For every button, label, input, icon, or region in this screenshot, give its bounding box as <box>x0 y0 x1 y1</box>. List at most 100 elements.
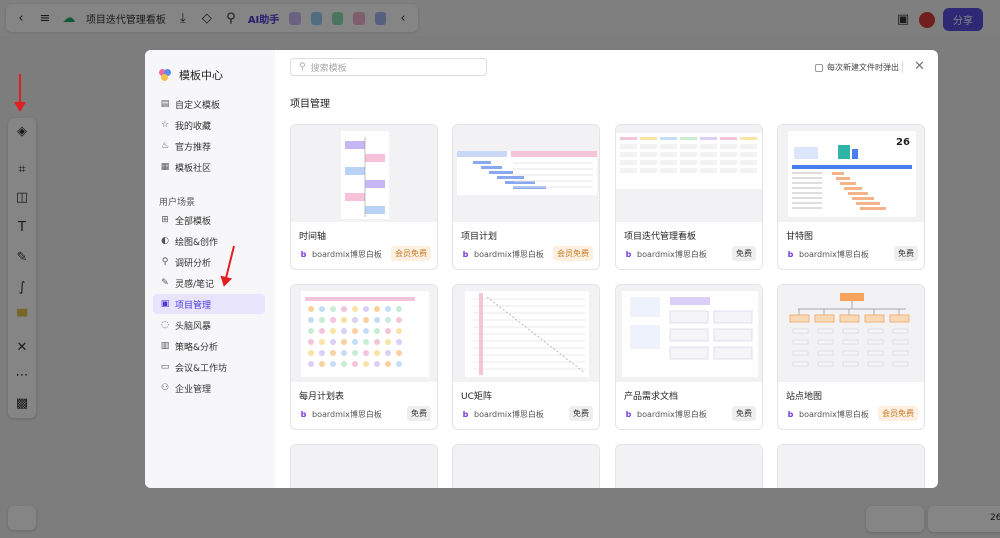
sidebar-item[interactable]: ▤ 自定义模板 <box>153 94 265 114</box>
bulb-icon: ◌ <box>161 320 169 330</box>
boardmix-logo-icon: b <box>624 410 633 419</box>
sidebar-item[interactable]: ▭ 会议&工作坊 <box>153 357 265 377</box>
template-thumbnail[interactable] <box>778 445 924 488</box>
sidebar-item-label: 企业管理 <box>175 384 212 395</box>
svg-text:26: 26 <box>896 137 910 148</box>
template-card[interactable]: 产品需求文档 b boardmix博思白板 免费 <box>615 284 763 430</box>
boardmix-logo-icon: b <box>786 250 795 259</box>
search-input[interactable]: ⚲ 搜索模板 <box>290 58 487 76</box>
template-center-modal: 模板中心 ▤ 自定义模板 ☆ 我的收藏 ♨ 官方推荐 ▦ 模板社区 用户场景 ⊞ 全部模板 ◐ 绘图… <box>145 50 938 488</box>
sidebar-item-label: 模板社区 <box>175 163 212 174</box>
price-badge: 会员免费 <box>553 246 593 261</box>
price-badge: 免费 <box>732 246 756 261</box>
template-author: b boardmix博思白板 <box>461 409 544 420</box>
template-card[interactable] <box>452 444 600 488</box>
sidebar-item[interactable]: ▦ 模板社区 <box>153 157 265 177</box>
sidebar-item-label: 官方推荐 <box>175 142 212 153</box>
price-badge: 会员免费 <box>878 406 918 421</box>
template-author: b boardmix博思白板 <box>786 249 869 260</box>
template-name: 项目迭代管理看板 <box>624 232 697 242</box>
sidebar-item[interactable]: ⚲ 调研分析 <box>153 252 265 272</box>
author-label: boardmix博思白板 <box>799 410 869 419</box>
author-label: boardmix博思白板 <box>474 410 544 419</box>
template-card[interactable] <box>290 444 438 488</box>
sidebar-item-label: 我的收藏 <box>175 121 212 132</box>
sidebar-item-label: 头脑风暴 <box>175 321 212 332</box>
template-thumbnail[interactable] <box>453 445 599 488</box>
boardmix-logo-icon: b <box>299 410 308 419</box>
checkbox-box[interactable] <box>815 63 823 72</box>
boardmix-logo-icon: b <box>461 250 470 259</box>
meeting-icon: ▭ <box>160 362 170 372</box>
template-card[interactable] <box>777 444 925 488</box>
community-icon: ▦ <box>160 162 170 172</box>
template-thumbnail[interactable] <box>291 285 437 382</box>
boardmix-logo-icon: b <box>786 410 795 419</box>
strategy-icon: ▥ <box>160 341 170 351</box>
sidebar-item-label: 灵感/笔记 <box>175 279 215 290</box>
template-name: 项目计划 <box>461 232 498 242</box>
template-thumbnail[interactable] <box>291 125 437 222</box>
author-label: boardmix博思白板 <box>312 250 382 259</box>
modal-title: 模板中心 <box>159 67 223 83</box>
price-badge: 会员免费 <box>391 246 431 261</box>
template-thumbnail[interactable] <box>778 285 924 382</box>
template-card[interactable]: 时间轴 b boardmix博思白板 会员免费 <box>290 124 438 270</box>
template-card[interactable]: UC矩阵 b boardmix博思白板 免费 <box>452 284 600 430</box>
author-label: boardmix博思白板 <box>312 410 382 419</box>
template-center-logo-icon <box>159 69 173 81</box>
template-card[interactable]: 项目迭代管理看板 b boardmix博思白板 免费 <box>615 124 763 270</box>
author-label: boardmix博思白板 <box>799 250 869 259</box>
template-author: b boardmix博思白板 <box>299 409 382 420</box>
category-heading: 项目管理 <box>290 99 330 110</box>
sidebar-item[interactable]: ☆ 我的收藏 <box>153 115 265 135</box>
template-thumbnail[interactable]: 26 <box>778 125 924 222</box>
sidebar-item[interactable]: ◌ 头脑风暴 <box>153 315 265 335</box>
sidebar-item[interactable]: ⊞ 全部模板 <box>153 210 265 230</box>
sidebar-item[interactable]: ⚇ 企业管理 <box>153 378 265 398</box>
close-icon[interactable]: ✕ <box>914 59 925 74</box>
template-card[interactable]: 项目计划 b boardmix博思白板 会员免费 <box>452 124 600 270</box>
sidebar-item-label: 调研分析 <box>175 258 212 269</box>
author-label: boardmix博思白板 <box>637 250 707 259</box>
sidebar-item[interactable]: ▥ 策略&分析 <box>153 336 265 356</box>
template-thumbnail[interactable] <box>616 445 762 488</box>
template-thumbnail[interactable] <box>453 285 599 382</box>
template-thumbnail[interactable] <box>291 445 437 488</box>
price-badge: 免费 <box>407 406 431 421</box>
section-heading: 用户场景 <box>159 198 196 208</box>
sidebar-item[interactable]: ▣ 项目管理 <box>153 294 265 314</box>
template-card[interactable]: 26 甘特图 b boardmix博思白板 免费 <box>777 124 925 270</box>
popup-on-new-file-checkbox[interactable]: 每次新建文件时弹出 <box>815 62 899 73</box>
project-icon: ▣ <box>160 299 170 309</box>
price-badge: 免费 <box>894 246 918 261</box>
boardmix-logo-icon: b <box>624 250 633 259</box>
template-name: 甘特图 <box>786 232 814 242</box>
template-name: UC矩阵 <box>461 392 492 402</box>
sidebar-item[interactable]: ♨ 官方推荐 <box>153 136 265 156</box>
research-icon: ⚲ <box>161 257 169 267</box>
template-author: b boardmix博思白板 <box>299 249 382 260</box>
template-card[interactable]: 站点地图 b boardmix博思白板 会员免费 <box>777 284 925 430</box>
star-icon: ☆ <box>160 120 170 130</box>
template-thumbnail[interactable] <box>616 125 762 222</box>
template-author: b boardmix博思白板 <box>461 249 544 260</box>
template-name: 时间轴 <box>299 232 327 242</box>
template-author: b boardmix博思白板 <box>624 409 707 420</box>
boardmix-logo-icon: b <box>461 410 470 419</box>
template-thumbnail[interactable] <box>616 285 762 382</box>
sidebar-item-label: 全部模板 <box>175 216 212 227</box>
template-thumbnail[interactable] <box>453 125 599 222</box>
template-card[interactable] <box>615 444 763 488</box>
sidebar-item-label: 策略&分析 <box>175 342 219 353</box>
sidebar-item-label: 绘图&创作 <box>175 237 219 248</box>
org-icon: ⚇ <box>160 383 170 393</box>
template-card[interactable]: 每月计划表 b boardmix博思白板 免费 <box>290 284 438 430</box>
grid-icon: ⊞ <box>161 215 169 225</box>
sidebar-item[interactable]: ✎ 灵感/笔记 <box>153 273 265 293</box>
search-icon: ⚲ <box>299 62 306 72</box>
sidebar-item[interactable]: ◐ 绘图&创作 <box>153 231 265 251</box>
template-sidebar: 模板中心 ▤ 自定义模板 ☆ 我的收藏 ♨ 官方推荐 ▦ 模板社区 用户场景 ⊞ 全部模板 ◐ 绘图… <box>145 50 275 488</box>
author-label: boardmix博思白板 <box>474 250 544 259</box>
author-label: boardmix博思白板 <box>637 410 707 419</box>
